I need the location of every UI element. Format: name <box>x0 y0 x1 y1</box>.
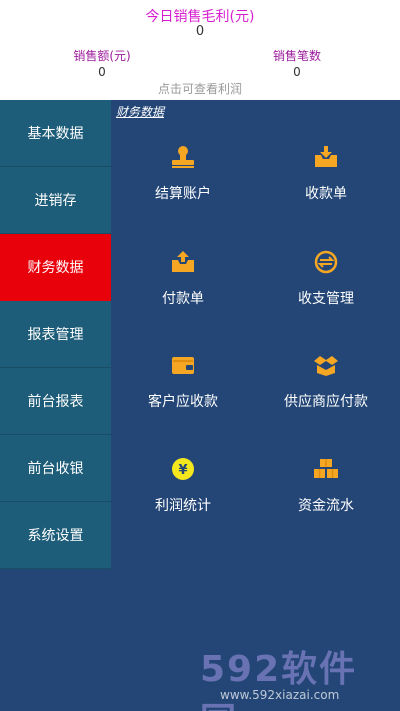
receipt-label: 收款单 <box>305 186 347 202</box>
sales-count-value: 0 <box>293 65 301 79</box>
customer-receivable-button[interactable]: 客户应收款 <box>113 353 253 423</box>
income-expense-label: 收支管理 <box>298 291 354 307</box>
summary-header[interactable]: 今日销售毛利(元) 0 销售额(元) 0 销售笔数 0 点击可查看利润 <box>0 0 400 100</box>
gross-profit-value: 0 <box>195 24 205 39</box>
supplier-payable-button[interactable]: 供应商应付款 <box>256 353 396 423</box>
sales-amount-value: 0 <box>98 65 106 79</box>
inbox-in-icon <box>315 146 337 167</box>
stamp-icon <box>172 146 194 168</box>
sales-amount-stat: 销售额(元) 0 <box>42 48 162 80</box>
cash-flow-label: 资金流水 <box>298 498 354 514</box>
sidebar-item-cashier[interactable]: 前台收银 <box>0 435 111 502</box>
payment-label: 付款单 <box>162 291 204 307</box>
svg-text:¥: ¥ <box>178 463 187 478</box>
sidebar-item-finance[interactable]: 财务数据 <box>0 234 111 301</box>
payment-button[interactable]: 付款单 <box>113 250 253 320</box>
inbox-out-icon <box>172 251 194 272</box>
income-expense-button[interactable]: 收支管理 <box>256 250 396 320</box>
receipt-button[interactable]: 收款单 <box>256 145 396 215</box>
profit-statistics-label: 利润统计 <box>155 498 211 514</box>
sales-count-stat: 销售笔数 0 <box>237 48 357 80</box>
settlement-account-button[interactable]: 结算账户 <box>113 145 253 215</box>
box-open-icon <box>314 356 338 376</box>
sidebar-item-settings[interactable]: 系统设置 <box>0 502 111 569</box>
gross-profit-title: 今日销售毛利(元) <box>145 9 255 25</box>
sidebar-item-basic-data[interactable]: 基本数据 <box>0 100 111 167</box>
finance-content: 财务数据 结算账户 收款单 付款单 收支管理 客户应收款 供应商应付款 ¥ 利润… <box>111 100 400 711</box>
main-area: 基本数据 进销存 财务数据 报表管理 前台报表 前台收银 系统设置 财务数据 结… <box>0 100 400 711</box>
boxes-icon <box>314 459 338 478</box>
cash-flow-button[interactable]: 资金流水 <box>256 457 396 527</box>
yen-icon: ¥ <box>172 458 194 480</box>
supplier-payable-label: 供应商应付款 <box>284 394 368 410</box>
sidebar-item-front-reports[interactable]: 前台报表 <box>0 368 111 435</box>
view-profit-hint[interactable]: 点击可查看利润 <box>0 80 400 97</box>
customer-receivable-label: 客户应收款 <box>148 394 218 410</box>
profit-statistics-button[interactable]: ¥ 利润统计 <box>113 457 253 527</box>
wallet-icon <box>172 357 194 374</box>
section-title: 财务数据 <box>116 105 165 119</box>
sales-count-label: 销售笔数 <box>272 49 321 63</box>
sidebar: 基本数据 进销存 财务数据 报表管理 前台报表 前台收银 系统设置 <box>0 100 111 569</box>
exchange-icon <box>314 250 338 274</box>
sidebar-item-reports[interactable]: 报表管理 <box>0 301 111 368</box>
sidebar-item-inventory[interactable]: 进销存 <box>0 167 111 234</box>
sales-amount-label: 销售额(元) <box>73 49 131 63</box>
settlement-account-label: 结算账户 <box>155 186 211 202</box>
